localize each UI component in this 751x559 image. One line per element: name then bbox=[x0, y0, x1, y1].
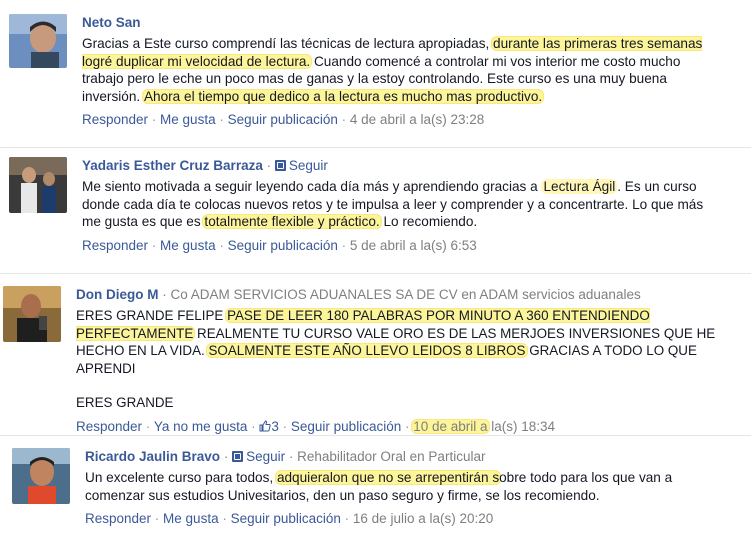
unlike-link[interactable]: Ya no me gusta bbox=[154, 419, 248, 434]
comment-text: Gracias a Este curso comprendí las técni… bbox=[82, 36, 703, 104]
timestamp[interactable]: 5 de abril a la(s) 6:53 bbox=[350, 238, 477, 253]
rss-icon bbox=[232, 451, 244, 462]
like-link[interactable]: Me gusta bbox=[160, 112, 216, 127]
rss-icon bbox=[274, 160, 286, 171]
avatar-photo bbox=[9, 14, 67, 68]
highlight: totalmente flexible y práctico. bbox=[202, 214, 382, 229]
comment-text: ERES GRANDE FELIPE PASE DE LEER 180 PALA… bbox=[76, 308, 716, 376]
follow-user-button[interactable]: Seguir bbox=[232, 449, 285, 464]
avatar[interactable] bbox=[9, 14, 67, 68]
reply-link[interactable]: Responder bbox=[82, 112, 148, 127]
highlight: Lectura Ágil bbox=[541, 179, 618, 194]
author-name[interactable]: Yadaris Esther Cruz Barraza bbox=[82, 158, 263, 173]
comment-text: Un excelente curso para todos, adquieral… bbox=[85, 470, 673, 503]
comment-actions: Responder · Me gusta · Seguir publicació… bbox=[82, 237, 477, 253]
avatar[interactable] bbox=[12, 448, 70, 504]
highlight: Ahora el tiempo que dedico a la lectura … bbox=[141, 88, 545, 104]
reply-link[interactable]: Responder bbox=[76, 419, 142, 434]
divider bbox=[0, 273, 751, 274]
avatar-photo bbox=[9, 157, 67, 213]
highlight: SOALMENTE ESTE AÑO LLEVO LEIDOS 8 LIBROS bbox=[206, 343, 528, 358]
highlight: adquieralon que no se arrepentirán s bbox=[274, 470, 502, 485]
reply-link[interactable]: Responder bbox=[85, 511, 151, 526]
like-link[interactable]: Me gusta bbox=[160, 238, 216, 253]
follow-post-link[interactable]: Seguir publicación bbox=[291, 419, 401, 434]
follow-post-link[interactable]: Seguir publicación bbox=[231, 511, 341, 526]
like-count[interactable]: 3 bbox=[259, 419, 279, 434]
follow-post-link[interactable]: Seguir publicación bbox=[228, 112, 338, 127]
timestamp[interactable]: 4 de abril a la(s) 23:28 bbox=[350, 112, 484, 127]
author-name[interactable]: Neto San bbox=[82, 15, 141, 30]
avatar[interactable] bbox=[3, 286, 61, 342]
comment-text: Me siento motivada a seguir leyendo cada… bbox=[82, 179, 704, 229]
author-name[interactable]: Don Diego M bbox=[76, 287, 159, 302]
comment-text-extra: ERES GRANDE bbox=[76, 395, 174, 410]
divider bbox=[0, 147, 751, 148]
comment-actions: Responder · Ya no me gusta · 3 · Seguir … bbox=[76, 418, 556, 434]
reply-link[interactable]: Responder bbox=[82, 238, 148, 253]
timestamp[interactable]: 16 de julio a la(s) 20:20 bbox=[353, 511, 493, 526]
like-link[interactable]: Me gusta bbox=[163, 511, 219, 526]
follow-user-button[interactable]: Seguir bbox=[274, 158, 328, 173]
comment-actions: Responder · Me gusta · Seguir publicació… bbox=[85, 511, 494, 526]
avatar[interactable] bbox=[9, 157, 67, 213]
timestamp[interactable]: 10 de abril a bbox=[411, 418, 490, 434]
author-workplace[interactable]: Co ADAM SERVICIOS ADUANALES SA DE CV en … bbox=[171, 287, 641, 302]
follow-post-link[interactable]: Seguir publicación bbox=[228, 238, 338, 253]
thumbs-up-icon bbox=[259, 419, 272, 431]
comment-actions: Responder · Me gusta · Seguir publicació… bbox=[82, 112, 485, 127]
avatar-photo bbox=[12, 448, 70, 504]
avatar-photo bbox=[3, 286, 61, 342]
author-workplace[interactable]: Rehabilitador Oral en Particular bbox=[297, 449, 485, 464]
author-name[interactable]: Ricardo Jaulin Bravo bbox=[85, 449, 220, 464]
divider bbox=[0, 435, 751, 436]
